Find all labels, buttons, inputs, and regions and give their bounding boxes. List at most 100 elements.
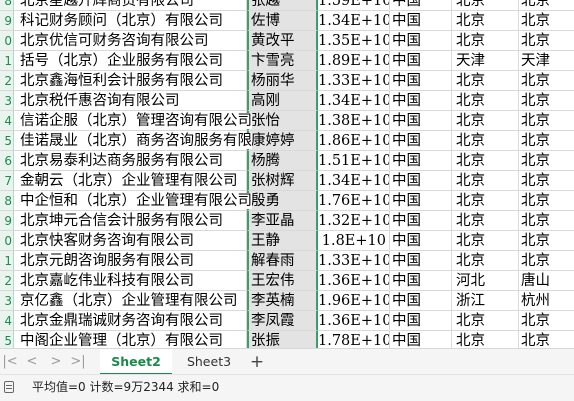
province-cell[interactable]: 北京 [452,11,519,31]
country-cell[interactable]: 中国 [390,131,452,151]
company-cell[interactable]: 北京星越升辉商贸有限公司 [14,0,247,11]
row-number[interactable]: 3 [0,91,14,111]
city-cell[interactable]: 北京 [519,231,574,251]
company-cell[interactable]: 京亿鑫（北京）企业管理有限公司 [14,291,247,311]
company-cell[interactable]: 佳诺晟业（北京）商务咨询服务有限 [14,131,252,151]
contact-cell[interactable]: 张越 [247,0,318,11]
city-cell[interactable]: 北京 [519,0,574,11]
company-cell[interactable]: 北京元朗咨询服务有限公司 [14,251,247,271]
contact-cell[interactable]: 黄改平 [247,31,318,51]
city-cell[interactable]: 北京 [519,91,574,111]
province-cell[interactable]: 北京 [452,311,519,331]
value-cell[interactable]: 1.96E+10 [318,291,390,311]
contact-cell[interactable]: 康婷婷 [247,131,318,151]
last-sheet-icon[interactable]: >| [70,353,86,371]
company-cell[interactable]: 北京税仟惠咨询有限公司 [14,91,247,111]
country-cell[interactable]: 中国 [390,11,452,31]
city-cell[interactable]: 北京 [519,211,574,231]
country-cell[interactable]: 中国 [390,231,452,251]
row-number[interactable]: 6 [0,151,14,171]
city-cell[interactable]: 北京 [519,111,574,131]
contact-cell[interactable]: 解春雨 [247,251,318,271]
province-cell[interactable]: 天津 [452,51,519,71]
city-cell[interactable]: 北京 [519,191,574,211]
value-cell[interactable]: 1.78E+10 [318,331,390,348]
country-cell[interactable]: 中国 [390,171,452,191]
province-cell[interactable]: 北京 [452,0,519,11]
country-cell[interactable]: 中国 [390,31,452,51]
row-number[interactable]: 9 [0,211,14,231]
province-cell[interactable]: 北京 [452,191,519,211]
next-sheet-icon[interactable]: > [48,353,64,371]
contact-cell[interactable]: 李凤霞 [247,311,318,331]
contact-cell[interactable]: 王宏伟 [247,271,318,291]
contact-cell[interactable]: 高刚 [247,91,318,111]
contact-cell[interactable]: 张树辉 [247,171,318,191]
tab-sheet3[interactable]: Sheet3 [176,349,242,375]
contact-cell[interactable]: 杨丽华 [247,71,318,91]
city-cell[interactable]: 北京 [519,331,574,348]
province-cell[interactable]: 北京 [452,211,519,231]
row-number[interactable]: 9 [0,11,14,31]
country-cell[interactable]: 中国 [390,111,452,131]
row-number[interactable]: 5 [0,131,14,151]
country-cell[interactable]: 中国 [390,51,452,71]
row-number[interactable]: 4 [0,111,14,131]
row-number[interactable]: 1 [0,51,14,71]
country-cell[interactable]: 中国 [390,191,452,211]
company-cell[interactable]: 北京优信可财务咨询有限公司 [14,31,247,51]
company-cell[interactable]: 中企恒和（北京）企业管理有限公司 [14,191,252,211]
row-number[interactable]: 2 [0,71,14,91]
province-cell[interactable]: 北京 [452,111,519,131]
country-cell[interactable]: 中国 [390,311,452,331]
province-cell[interactable]: 北京 [452,231,519,251]
city-cell[interactable]: 杭州 [519,291,574,311]
country-cell[interactable]: 中国 [390,271,452,291]
row-number[interactable]: 4 [0,311,14,331]
country-cell[interactable]: 中国 [390,91,452,111]
row-number[interactable]: 1 [0,251,14,271]
country-cell[interactable]: 中国 [390,291,452,311]
country-cell[interactable]: 中国 [390,251,452,271]
company-cell[interactable]: 北京鑫海恒利会计服务有限公司 [14,71,247,91]
value-cell[interactable]: 1.34E+10 [318,11,390,31]
row-number[interactable]: 8 [0,0,14,11]
row-number[interactable]: 5 [0,331,14,348]
province-cell[interactable]: 北京 [452,131,519,151]
city-cell[interactable]: 北京 [519,311,574,331]
value-cell[interactable]: 1.32E+10 [318,211,390,231]
country-cell[interactable]: 中国 [390,211,452,231]
value-cell[interactable]: 1.36E+10 [318,271,390,291]
company-cell[interactable]: 信诺企服（北京）管理咨询有限公司 [14,111,252,131]
contact-cell[interactable]: 卞雪亮 [247,51,318,71]
company-cell[interactable]: 括号（北京）企业服务有限公司 [14,51,247,71]
province-cell[interactable]: 北京 [452,31,519,51]
value-cell[interactable]: 1.35E+10 [318,31,390,51]
province-cell[interactable]: 河北 [452,271,519,291]
contact-cell[interactable]: 张振 [247,331,318,348]
value-cell[interactable]: 1.59E+10 [318,0,390,11]
country-cell[interactable]: 中国 [390,151,452,171]
row-number[interactable]: 3 [0,291,14,311]
first-sheet-icon[interactable]: |< [2,353,18,371]
contact-cell[interactable]: 张怡 [247,111,318,131]
value-cell[interactable]: 1.34E+10 [318,171,390,191]
add-sheet-button[interactable]: + [247,351,267,373]
city-cell[interactable]: 北京 [519,71,574,91]
province-cell[interactable]: 北京 [452,91,519,111]
city-cell[interactable]: 唐山 [519,271,574,291]
row-number[interactable]: 8 [0,191,14,211]
country-cell[interactable]: 中国 [390,331,452,348]
company-cell[interactable]: 北京快客财务咨询有限公司 [14,231,247,251]
contact-cell[interactable]: 李英楠 [247,291,318,311]
contact-cell[interactable]: 佐博 [247,11,318,31]
value-cell[interactable]: 1.8E+10 [318,231,390,251]
row-number[interactable]: 7 [0,171,14,191]
value-cell[interactable]: 1.38E+10 [318,111,390,131]
country-cell[interactable]: 中国 [390,71,452,91]
province-cell[interactable]: 浙江 [452,291,519,311]
city-cell[interactable]: 北京 [519,31,574,51]
city-cell[interactable]: 北京 [519,151,574,171]
previous-sheet-icon[interactable]: < [24,353,40,371]
province-cell[interactable]: 北京 [452,151,519,171]
